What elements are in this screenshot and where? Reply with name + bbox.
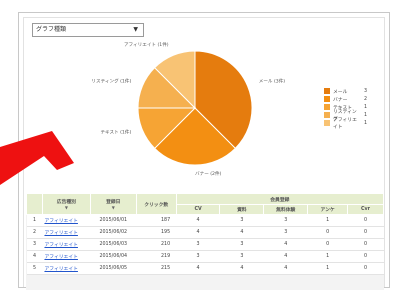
red-arrow-icon — [0, 131, 74, 185]
red-arrow-annotation — [0, 131, 74, 185]
